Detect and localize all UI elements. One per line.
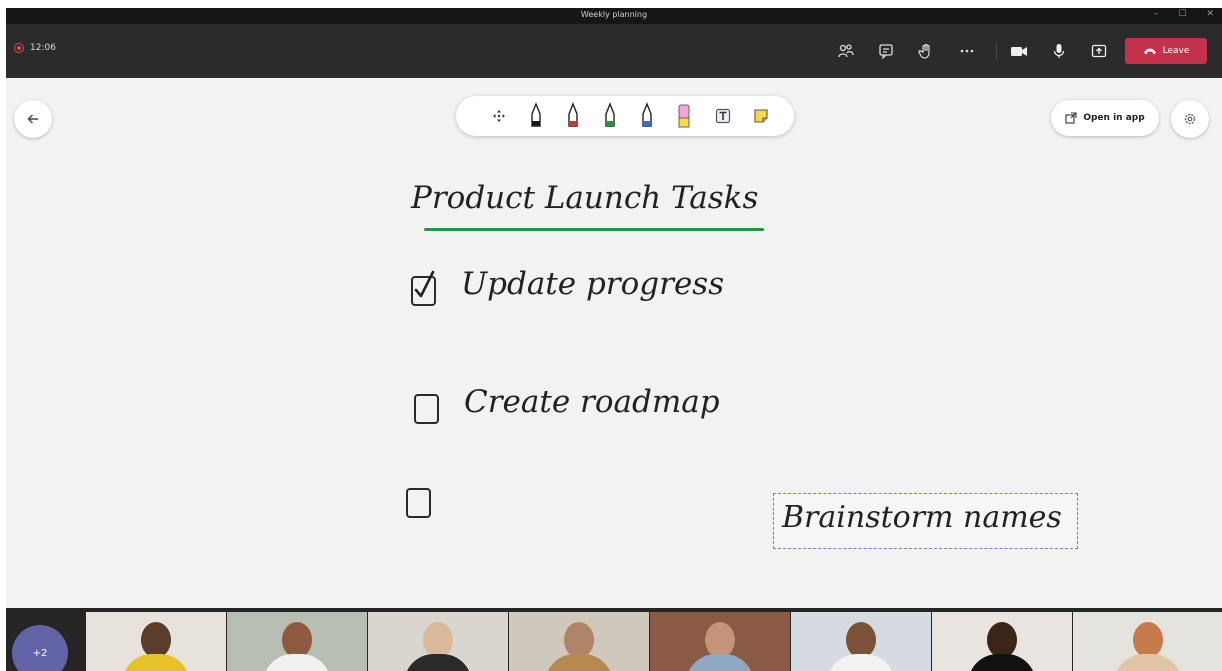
share-screen-button[interactable] (1089, 41, 1109, 61)
task-checkbox-2[interactable] (414, 394, 439, 424)
participant-clothing (122, 654, 190, 671)
sticky-note-tool[interactable] (748, 102, 774, 130)
pen-blue[interactable] (634, 102, 660, 130)
pen-icon (531, 102, 541, 127)
chat-button[interactable] (876, 41, 896, 61)
whiteboard-title[interactable]: Product Launch Tasks (411, 180, 758, 216)
title-bar: Weekly planning – ☐ ✕ (6, 8, 1222, 24)
whiteboard-settings-button[interactable] (1171, 100, 1209, 138)
highlighter-tool[interactable] (671, 102, 697, 130)
window-title: Weekly planning (580, 10, 648, 19)
whiteboard-toolbar (456, 96, 794, 136)
hang-up-icon (1143, 48, 1156, 55)
more-actions-button[interactable] (957, 41, 977, 61)
pen-red[interactable] (560, 102, 586, 130)
meeting-controls-bar: 12:06 Leave (6, 24, 1222, 78)
participant-tile[interactable] (509, 612, 649, 671)
checkmark-icon (414, 270, 435, 298)
participant-avatar (282, 622, 312, 658)
whiteboard-canvas[interactable]: Open in app Product Launch Tasks Update … (6, 78, 1222, 608)
participant-tile[interactable] (227, 612, 367, 671)
task-checkbox-3[interactable] (406, 488, 431, 518)
pen-color-swatch (569, 121, 577, 126)
highlighter-icon (678, 104, 690, 128)
participant-clothing (404, 654, 472, 671)
task-checkbox-1[interactable] (411, 270, 436, 306)
move-icon (493, 110, 505, 122)
participants-button[interactable] (836, 41, 856, 61)
participant-avatar (141, 622, 171, 658)
microphone-icon (1053, 44, 1065, 58)
toolbar-separator (996, 42, 997, 60)
meeting-timer: 12:06 (30, 43, 56, 53)
minimize-button[interactable]: – (1154, 9, 1159, 19)
raise-hand-button[interactable] (916, 41, 936, 61)
video-camera-icon (1011, 47, 1027, 56)
text-box-icon (715, 108, 731, 124)
back-button[interactable] (14, 100, 52, 138)
sticky-note-icon (754, 109, 768, 123)
pen-black[interactable] (523, 102, 549, 130)
participant-clothing (686, 654, 754, 671)
participant-avatar (1132, 622, 1163, 658)
teams-window: Weekly planning – ☐ ✕ 12:06 Leave Open i… (6, 8, 1222, 671)
participant-avatar (987, 622, 1017, 658)
participant-clothing (1113, 654, 1182, 671)
pen-color-swatch (606, 121, 614, 126)
pen-color-swatch (532, 121, 540, 126)
microphone-button[interactable] (1049, 41, 1069, 61)
more-participants-button[interactable]: +2 (12, 625, 68, 671)
pen-icon (642, 102, 652, 127)
participant-tile[interactable] (650, 612, 790, 671)
text-tool[interactable] (710, 102, 736, 130)
task-label-2[interactable]: Create roadmap (464, 384, 720, 420)
hand-icon (918, 43, 930, 59)
participant-avatar (846, 622, 876, 658)
people-icon (838, 44, 854, 58)
pen-green[interactable] (597, 102, 623, 130)
participant-clothing (545, 654, 613, 671)
participant-avatar (423, 622, 453, 658)
recording-indicator: 12:06 (14, 43, 56, 53)
pen-icon (568, 102, 578, 127)
participant-tile[interactable] (368, 612, 508, 671)
share-screen-icon (1091, 44, 1107, 58)
close-button[interactable]: ✕ (1206, 9, 1214, 19)
window-controls: – ☐ ✕ (1154, 9, 1214, 19)
participant-clothing (827, 654, 895, 671)
open-in-app-button[interactable]: Open in app (1051, 100, 1159, 136)
participant-clothing (263, 654, 331, 671)
participant-tile[interactable] (791, 612, 931, 671)
pen-color-swatch (643, 121, 651, 126)
leave-label: Leave (1162, 46, 1190, 56)
leave-button[interactable]: Leave (1125, 38, 1207, 64)
pan-tool[interactable] (486, 102, 512, 130)
selected-text-note[interactable]: Brainstorm names (773, 493, 1078, 549)
maximize-button[interactable]: ☐ (1178, 9, 1186, 19)
participant-avatar (705, 622, 735, 658)
participant-tile[interactable] (86, 612, 226, 671)
more-participants-count: +2 (32, 647, 48, 659)
open-in-app-label: Open in app (1083, 113, 1145, 123)
record-icon (14, 43, 24, 53)
participant-gallery: +2 (6, 608, 1222, 671)
participant-clothing (968, 654, 1036, 671)
camera-button[interactable] (1009, 41, 1029, 61)
note-text[interactable]: Brainstorm names (782, 500, 1062, 535)
title-underline (424, 228, 764, 231)
participant-tile[interactable] (932, 612, 1072, 671)
gear-icon (1184, 113, 1196, 125)
more-icon (960, 49, 974, 53)
open-external-icon (1065, 112, 1077, 124)
participant-avatar (564, 622, 594, 658)
chat-icon (879, 44, 893, 59)
arrow-left-icon (27, 114, 38, 124)
task-label-1[interactable]: Update progress (461, 266, 724, 302)
participant-tile[interactable] (1073, 612, 1222, 671)
pen-icon (605, 102, 615, 127)
